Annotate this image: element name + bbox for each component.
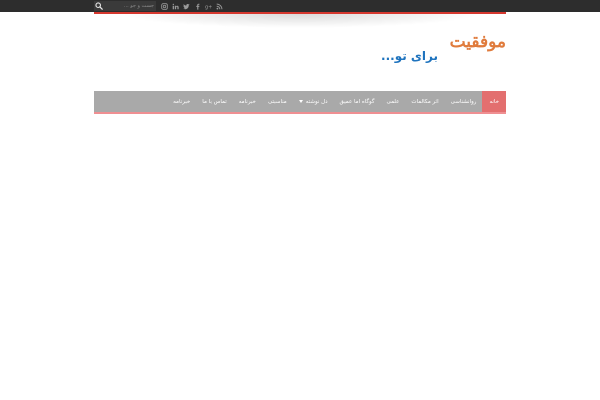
- nav-item-newsletter-2[interactable]: خبرنامه: [167, 91, 196, 112]
- nav-item-label: خبرنامه: [173, 98, 191, 105]
- logo-main-text: موفقیت: [449, 32, 507, 52]
- google-plus-icon[interactable]: g+: [204, 2, 212, 10]
- nav-item-science[interactable]: علمی: [381, 91, 406, 112]
- logo-tagline: برای تو...: [381, 49, 438, 63]
- social-links: g+: [160, 2, 223, 10]
- instagram-icon[interactable]: [160, 2, 168, 10]
- nav-item-occasions[interactable]: مناسبتی: [262, 91, 293, 112]
- search-input[interactable]: [104, 1, 156, 11]
- nav-items: خانه روانشناسی اثر مکالمات علمی گوگاه ام…: [167, 91, 506, 112]
- linkedin-icon[interactable]: [171, 2, 179, 10]
- svg-text:g+: g+: [205, 4, 212, 9]
- twitter-icon[interactable]: [182, 2, 190, 10]
- main-nav: خانه روانشناسی اثر مکالمات علمی گوگاه ام…: [94, 91, 506, 114]
- nav-item-psychology[interactable]: روانشناسی: [445, 91, 483, 112]
- nav-item-conversations[interactable]: اثر مکالمات: [405, 91, 444, 112]
- nav-item-short-but-deep[interactable]: گوگاه اما عمیق: [334, 91, 381, 112]
- nav-item-label: خانه: [489, 98, 499, 105]
- nav-item-newsletter[interactable]: خبرنامه: [233, 91, 262, 112]
- search-box: [94, 1, 156, 11]
- nav-item-contact[interactable]: تماس با ما: [196, 91, 232, 112]
- nav-item-heart-writings[interactable]: دل نوشته: [293, 91, 334, 112]
- nav-item-label: روانشناسی: [450, 98, 477, 105]
- rss-icon[interactable]: [215, 2, 223, 10]
- nav-item-label: خبرنامه: [238, 98, 256, 105]
- nav-item-label: علمی: [386, 98, 400, 105]
- top-bar: g+: [0, 0, 600, 12]
- nav-item-label: تماس با ما: [202, 98, 227, 105]
- nav-item-label: مناسبتی: [267, 98, 287, 105]
- nav-item-label: اثر مکالمات: [411, 98, 439, 105]
- top-bar-shadow: [120, 14, 480, 28]
- nav-item-label: گوگاه اما عمیق: [339, 98, 375, 105]
- chevron-down-icon: [298, 100, 303, 103]
- site-logo[interactable]: موفقیت برای تو...: [380, 32, 506, 68]
- nav-item-label: دل نوشته: [305, 98, 328, 105]
- facebook-icon[interactable]: [193, 2, 201, 10]
- search-button[interactable]: [94, 1, 104, 11]
- nav-item-home[interactable]: خانه: [482, 91, 506, 112]
- search-icon: [95, 2, 103, 10]
